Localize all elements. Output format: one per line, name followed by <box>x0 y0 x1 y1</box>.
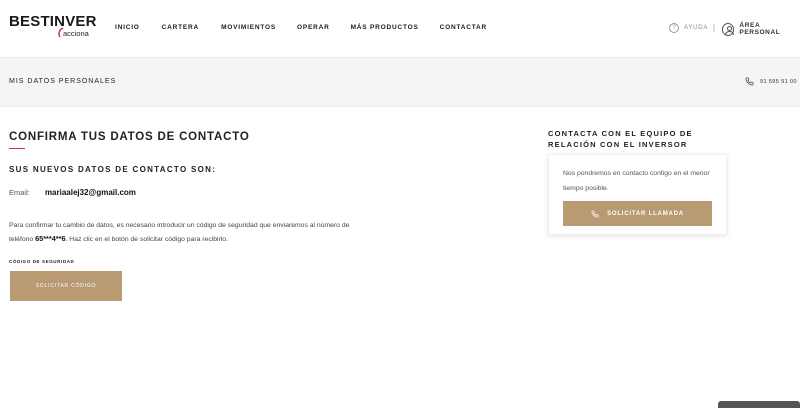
area-personal-label: ÁREA PERSONAL <box>739 22 781 36</box>
email-label: Email: <box>9 188 30 197</box>
phone-icon <box>745 77 754 86</box>
nav-item-mas-productos[interactable]: MÁS PRODUCTOS <box>351 24 419 31</box>
phone-contact[interactable]: 91 595 91 00 <box>745 77 797 86</box>
logo-text: BESTINVER <box>9 13 97 30</box>
nav-item-contactar[interactable]: CONTACTAR <box>440 24 487 31</box>
phone-number: 91 595 91 00 <box>760 78 797 85</box>
info-text-part: . Haz clic en el botón de solicitar códi… <box>65 236 228 243</box>
question-icon: ? <box>669 23 679 33</box>
help-link[interactable]: ? AYUDA <box>669 23 708 33</box>
request-call-button[interactable]: SOLICITAR LLAMADA <box>563 201 712 226</box>
nav-item-cartera[interactable]: CARTERA <box>162 24 199 31</box>
contact-panel-title: CONTACTA CON EL EQUIPO DE RELACIÓN CON E… <box>548 129 693 149</box>
subheader-bar: MIS DATOS PERSONALES 91 595 91 00 <box>0 58 800 107</box>
bestinver-logo[interactable]: BESTINVER acciona <box>9 13 99 43</box>
nav-item-movimientos[interactable]: MOVIMIENTOS <box>221 24 276 31</box>
logo-subtext: acciona <box>63 29 89 38</box>
header: BESTINVER acciona INICIO CARTERA MOVIMIE… <box>0 0 800 58</box>
request-code-button[interactable]: SOLICITAR CÓDIGO <box>10 271 122 301</box>
section-title: CONFIRMA TUS DATOS DE CONTACTO <box>9 131 250 143</box>
info-text: Para confirmar tu cambio de datos, es ne… <box>9 219 359 246</box>
main-nav: INICIO CARTERA MOVIMIENTOS OPERAR MÁS PR… <box>115 24 487 31</box>
contact-card-text: Nos pondremos en contacto contigo en el … <box>563 170 710 192</box>
new-data-title: SUS NUEVOS DATOS DE CONTACTO SON: <box>9 165 217 174</box>
email-row: Email: mariaalej32@gmail.com <box>9 188 136 197</box>
email-value: mariaalej32@gmail.com <box>44 188 136 197</box>
help-label: AYUDA <box>684 25 709 31</box>
user-icon <box>722 22 735 36</box>
masked-phone: 65***4**6 <box>35 234 66 243</box>
title-underline <box>9 148 25 149</box>
phone-icon <box>591 209 599 218</box>
security-code-label: CÓDIGO DE SEGURIDAD <box>9 259 75 264</box>
nav-item-inicio[interactable]: INICIO <box>115 24 140 31</box>
corner-widget-tab[interactable] <box>718 401 800 408</box>
contact-card: Nos pondremos en contacto contigo en el … <box>548 154 727 235</box>
area-personal-link[interactable]: ÁREA PERSONAL <box>722 22 800 36</box>
header-separator: | <box>713 23 716 32</box>
request-call-label: SOLICITAR LLAMADA <box>607 210 684 217</box>
nav-item-operar[interactable]: OPERAR <box>297 24 330 31</box>
page-title: MIS DATOS PERSONALES <box>9 78 117 85</box>
